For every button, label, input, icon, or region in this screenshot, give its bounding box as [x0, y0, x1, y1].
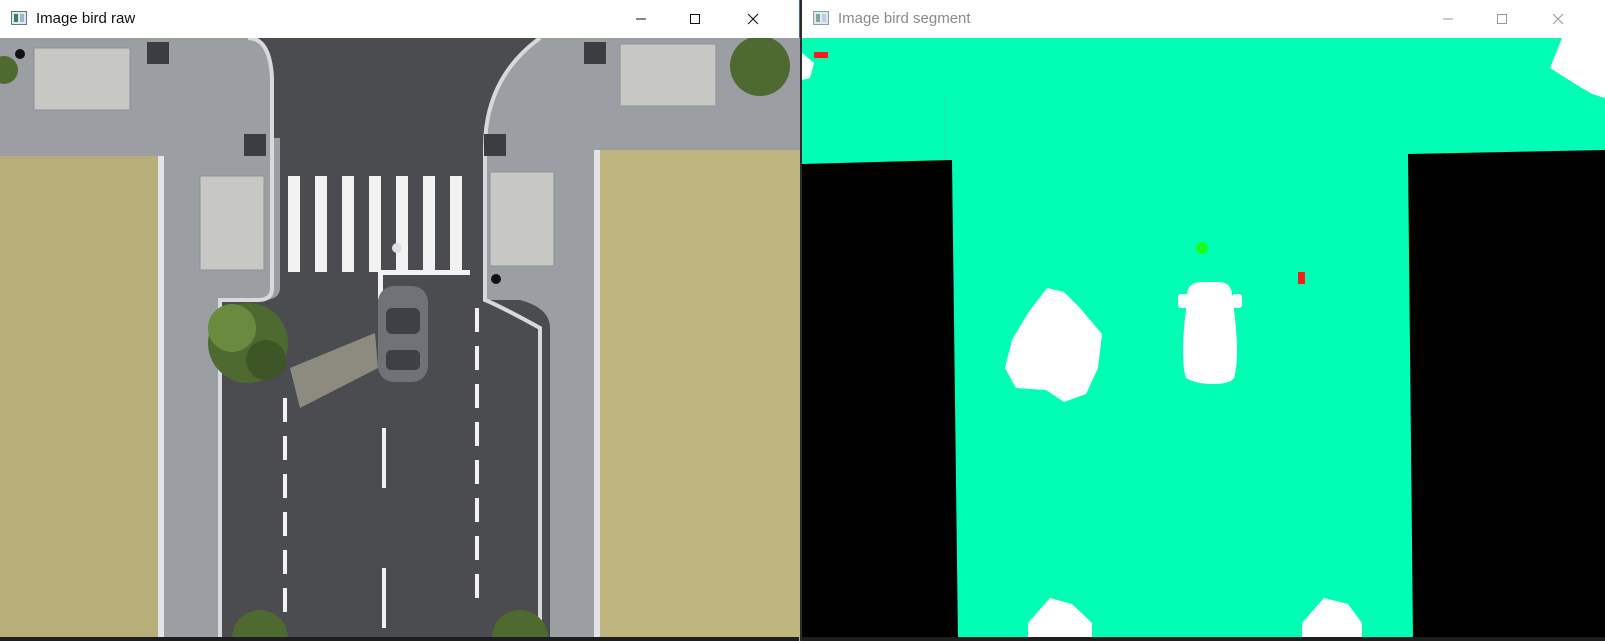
close-icon	[1552, 13, 1564, 25]
segment-image-window: Image bird segment	[802, 0, 1605, 641]
taskbar-strip	[802, 637, 1605, 641]
window-app-icon	[813, 11, 829, 25]
close-button[interactable]	[1535, 0, 1581, 38]
maximize-button[interactable]	[1479, 0, 1525, 38]
minimize-button[interactable]	[618, 0, 664, 38]
window-app-icon	[11, 11, 27, 25]
vehicle-region	[1178, 282, 1242, 384]
raw-bird-view-image	[0, 38, 800, 641]
minimize-icon	[635, 13, 647, 25]
close-button[interactable]	[730, 0, 776, 38]
window-title: Image bird segment	[838, 10, 971, 27]
window-title: Image bird raw	[36, 10, 136, 27]
title-bar[interactable]: Image bird segment	[802, 0, 1605, 38]
minimize-icon	[1442, 13, 1454, 25]
raw-image-window: Image bird raw	[0, 0, 800, 641]
maximize-icon	[689, 13, 701, 25]
minimize-button[interactable]	[1425, 0, 1471, 38]
taskbar-strip	[0, 637, 799, 641]
car	[378, 286, 428, 382]
close-icon	[747, 13, 759, 25]
tree	[208, 303, 288, 383]
maximize-icon	[1496, 13, 1508, 25]
title-bar[interactable]: Image bird raw	[0, 0, 799, 38]
segmented-bird-view-image	[802, 38, 1605, 641]
maximize-button[interactable]	[672, 0, 718, 38]
